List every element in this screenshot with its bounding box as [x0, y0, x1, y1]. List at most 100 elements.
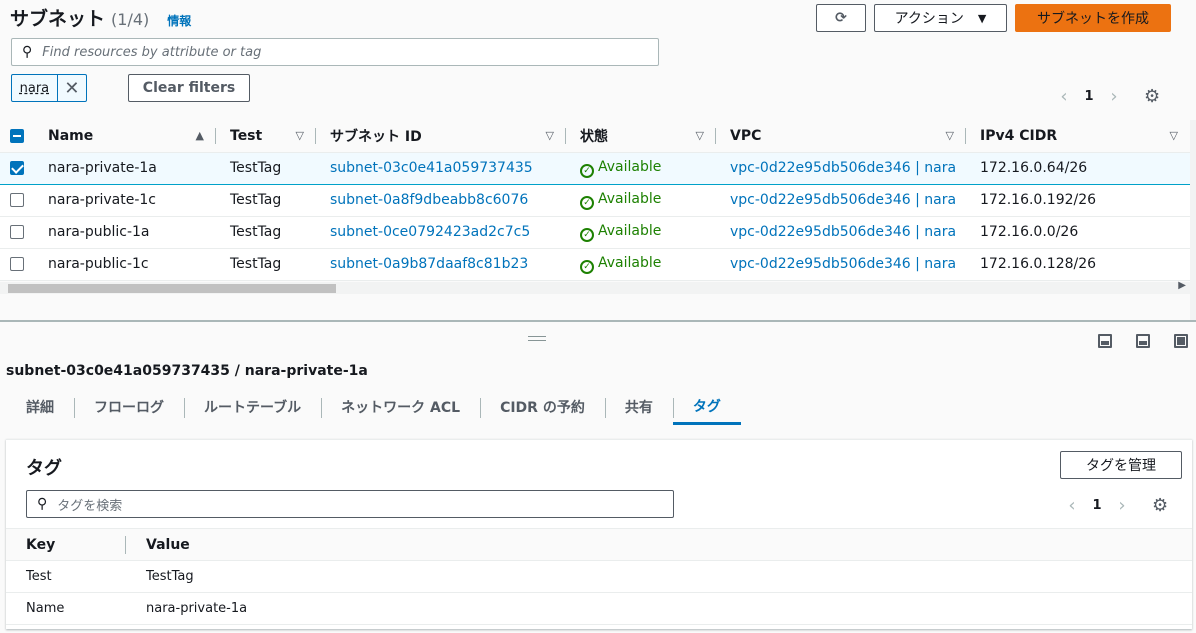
- scrollbar-thumb[interactable]: [8, 284, 336, 293]
- search-icon: ⚲: [22, 44, 33, 60]
- tag-value: TestTag: [126, 560, 1192, 593]
- vpc-link[interactable]: vpc-0d22e95db506de346 | nara: [716, 184, 966, 217]
- vpc-link[interactable]: vpc-0d22e95db506de346 | nara: [716, 216, 966, 249]
- tab-network-acl[interactable]: ネットワーク ACL: [321, 389, 480, 425]
- resize-handle-icon[interactable]: [528, 336, 546, 341]
- refresh-icon: ⟳: [835, 10, 847, 26]
- subnets-table: Name ▲ Test ▽ サブネット ID ▽ 状態 ▽ VPC ▽ IPv4 CIDR…: [0, 120, 1190, 281]
- tab-flow-logs[interactable]: フローログ: [74, 389, 184, 425]
- state-label: Available: [598, 254, 662, 271]
- next-page-icon[interactable]: ›: [1104, 86, 1124, 107]
- vertical-scrollbar[interactable]: [1190, 120, 1196, 320]
- filter-token-value[interactable]: nara: [12, 75, 57, 101]
- sort-icon: ▽: [945, 129, 954, 142]
- panel-side-icon[interactable]: [1136, 334, 1150, 348]
- panel-full-icon[interactable]: [1174, 334, 1188, 348]
- tag-value: nara-private-1a: [126, 592, 1192, 625]
- tab-route-table[interactable]: ルートテーブル: [184, 389, 321, 425]
- table-header-row: Name ▲ Test ▽ サブネット ID ▽ 状態 ▽ VPC ▽ IPv4 CIDR…: [0, 120, 1190, 153]
- vpc-link[interactable]: vpc-0d22e95db506de346 | nara: [716, 248, 966, 281]
- split-panel: subnet-03c0e41a059737435 / nara-private-…: [0, 322, 1196, 633]
- cell-test: TestTag: [216, 216, 316, 249]
- subnet-id-link[interactable]: subnet-0ce0792423ad2c7c5: [316, 216, 566, 249]
- settings-gear-icon[interactable]: ⚙: [1144, 86, 1160, 107]
- state-label: Available: [598, 158, 662, 175]
- info-link[interactable]: 情報: [167, 12, 191, 29]
- cell-test: TestTag: [216, 151, 316, 185]
- column-header-subnet-id[interactable]: サブネット ID ▽: [316, 120, 566, 153]
- check-circle-icon: ✓: [580, 227, 594, 242]
- column-header-ipv4-cidr[interactable]: IPv4 CIDR ▽: [966, 120, 1190, 153]
- current-page[interactable]: 1: [1082, 498, 1112, 513]
- table-row: Name nara-private-1a: [6, 592, 1192, 625]
- row-select-cell: [0, 151, 34, 185]
- remove-filter-icon[interactable]: ✕: [56, 75, 86, 101]
- cell-state: ✓ Available: [566, 151, 716, 185]
- tab-sharing[interactable]: 共有: [604, 389, 673, 425]
- scroll-right-icon[interactable]: ▶: [1178, 280, 1186, 291]
- cell-test: TestTag: [216, 184, 316, 217]
- row-checkbox[interactable]: [10, 257, 24, 271]
- column-header-test[interactable]: Test ▽: [216, 120, 316, 153]
- tags-table: Key Value Test TestTag Name nara-private…: [6, 528, 1192, 625]
- prev-page-icon[interactable]: ‹: [1054, 86, 1074, 107]
- cell-state: ✓ Available: [566, 216, 716, 249]
- row-checkbox[interactable]: [10, 161, 24, 175]
- prev-page-icon[interactable]: ‹: [1062, 495, 1082, 516]
- current-page[interactable]: 1: [1074, 89, 1104, 104]
- pagination: ‹ 1 › ⚙: [1054, 86, 1160, 107]
- cell-name: nara-private-1c: [34, 184, 216, 217]
- horizontal-scrollbar[interactable]: ▶: [0, 280, 1190, 294]
- panel-bottom-icon[interactable]: [1098, 334, 1112, 348]
- table-row[interactable]: nara-public-1a TestTag subnet-0ce0792423…: [0, 216, 1190, 249]
- row-checkbox[interactable]: [10, 225, 24, 239]
- cell-name: nara-public-1c: [34, 248, 216, 281]
- cell-state: ✓ Available: [566, 184, 716, 217]
- tab-tags[interactable]: タグ: [672, 389, 741, 425]
- column-label: サブネット ID: [330, 128, 422, 145]
- subnet-id-link[interactable]: subnet-0a9b87daaf8c81b23: [316, 248, 566, 281]
- sort-icon: ▽: [695, 129, 704, 142]
- table-row[interactable]: nara-private-1c TestTag subnet-0a8f9dbea…: [0, 184, 1190, 217]
- column-label: Name: [48, 127, 94, 144]
- column-label: Key: [26, 536, 56, 553]
- next-page-icon[interactable]: ›: [1112, 495, 1132, 516]
- tag-search-placeholder: タグを検索: [57, 498, 123, 514]
- table-row[interactable]: nara-public-1c TestTag subnet-0a9b87daaf…: [0, 248, 1190, 281]
- column-header-state[interactable]: 状態 ▽: [566, 120, 716, 153]
- select-all-checkbox[interactable]: [10, 128, 24, 143]
- row-checkbox[interactable]: [10, 193, 24, 207]
- cell-name: nara-public-1a: [34, 216, 216, 249]
- tags-card: タグ タグを管理 ⚲ タグを検索 ‹ 1 › ⚙ Key Value Test: [6, 439, 1192, 629]
- tags-card-title: タグ: [26, 458, 62, 479]
- row-select-cell: [0, 248, 34, 281]
- tab-cidr-reservations[interactable]: CIDR の予約: [480, 389, 605, 425]
- table-row[interactable]: nara-private-1a TestTag subnet-03c0e41a0…: [0, 151, 1190, 185]
- clear-filters-button[interactable]: Clear filters: [128, 74, 250, 102]
- manage-tags-button[interactable]: タグを管理: [1060, 451, 1182, 479]
- cell-test: TestTag: [216, 248, 316, 281]
- column-header-value: Value: [126, 528, 1192, 561]
- tag-key: Test: [6, 560, 126, 593]
- tags-header-row: Key Value: [6, 528, 1192, 561]
- row-select-cell: [0, 216, 34, 249]
- tag-search-input[interactable]: ⚲ タグを検索: [26, 490, 674, 518]
- actions-dropdown[interactable]: アクション ▼: [874, 4, 1007, 32]
- settings-gear-icon[interactable]: ⚙: [1152, 495, 1168, 516]
- column-header-name[interactable]: Name ▲: [34, 120, 216, 153]
- search-icon: ⚲: [37, 496, 48, 512]
- sort-ascending-icon: ▲: [195, 129, 204, 142]
- vpc-link[interactable]: vpc-0d22e95db506de346 | nara: [716, 151, 966, 185]
- column-header-key: Key: [6, 528, 126, 561]
- actions-label: アクション: [894, 11, 964, 27]
- refresh-button[interactable]: ⟳: [816, 4, 866, 32]
- search-input[interactable]: ⚲ Find resources by attribute or tag: [11, 38, 659, 66]
- create-subnet-button[interactable]: サブネットを作成: [1015, 4, 1171, 32]
- subnet-id-link[interactable]: subnet-0a8f9dbeabb8c6076: [316, 184, 566, 217]
- caret-down-icon: ▼: [977, 11, 987, 25]
- column-label: VPC: [730, 127, 762, 144]
- column-header-vpc[interactable]: VPC ▽: [716, 120, 966, 153]
- subnet-id-link[interactable]: subnet-03c0e41a059737435: [316, 151, 566, 185]
- check-circle-icon: ✓: [580, 163, 594, 178]
- tab-details[interactable]: 詳細: [6, 389, 74, 425]
